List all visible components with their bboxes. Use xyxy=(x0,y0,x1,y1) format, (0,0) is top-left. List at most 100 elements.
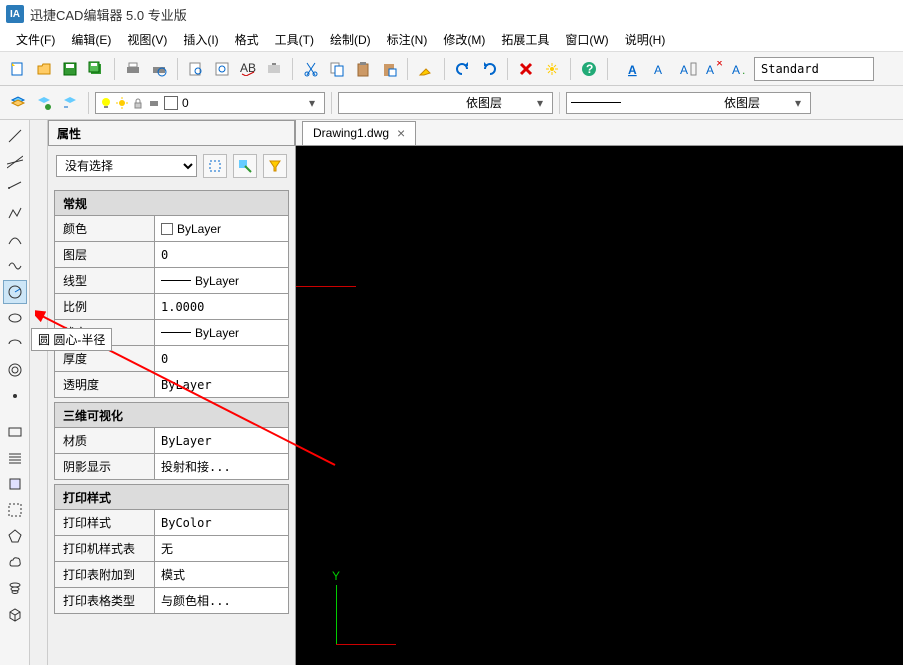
linetype-sample-icon xyxy=(161,280,191,281)
ellipse-icon[interactable] xyxy=(3,306,27,330)
pickadd-icon[interactable] xyxy=(203,154,227,178)
point-icon[interactable] xyxy=(3,384,27,408)
row-shadow[interactable]: 阴影显示 投射和接... xyxy=(54,454,289,480)
arc-icon[interactable] xyxy=(3,228,27,252)
menu-modify[interactable]: 修改(M) xyxy=(437,29,491,50)
menu-tools[interactable]: 工具(T) xyxy=(269,29,320,50)
menubar: 文件(F) 编辑(E) 视图(V) 插入(I) 格式 工具(T) 绘制(D) 标… xyxy=(0,28,903,52)
document-tab[interactable]: Drawing1.dwg × xyxy=(302,121,416,145)
group-3d-visual[interactable]: 三维可视化 xyxy=(54,402,289,428)
group-plot-style[interactable]: 打印样式 xyxy=(54,484,289,510)
3dbox-icon[interactable] xyxy=(3,602,27,626)
lineweight-sample-icon xyxy=(161,332,191,333)
menu-window[interactable]: 窗口(W) xyxy=(559,29,614,50)
svg-text:A: A xyxy=(732,63,740,77)
properties-title: 属性 xyxy=(48,120,295,146)
tab-close-icon[interactable]: × xyxy=(397,125,405,141)
row-layer[interactable]: 图层 0 xyxy=(54,242,289,268)
circle-icon[interactable] xyxy=(3,280,27,304)
value-shadow: 投射和接... xyxy=(155,454,288,479)
undo-icon[interactable] xyxy=(451,57,475,81)
polygon-icon[interactable] xyxy=(3,524,27,548)
redo-icon[interactable] xyxy=(477,57,501,81)
find-icon[interactable] xyxy=(184,57,208,81)
hatch-lines-icon[interactable] xyxy=(3,446,27,470)
row-plottable[interactable]: 打印机样式表 无 xyxy=(54,536,289,562)
svg-text:A: A xyxy=(628,63,637,77)
menu-extend[interactable]: 拓展工具 xyxy=(495,29,555,50)
boundary-icon[interactable] xyxy=(3,472,27,496)
group-general[interactable]: 常规 xyxy=(54,190,289,216)
copy-icon[interactable] xyxy=(325,57,349,81)
region-icon[interactable] xyxy=(3,498,27,522)
help-icon[interactable]: ? xyxy=(577,57,601,81)
text-style-a2-icon[interactable]: A xyxy=(650,57,674,81)
menu-dimension[interactable]: 标注(N) xyxy=(381,29,434,50)
explode-icon[interactable] xyxy=(540,57,564,81)
matchprop-icon[interactable] xyxy=(414,57,438,81)
row-ltscale[interactable]: 比例 1.0000 xyxy=(54,294,289,320)
paste-special-icon[interactable] xyxy=(377,57,401,81)
print-icon[interactable] xyxy=(121,57,145,81)
revcloud-icon[interactable] xyxy=(3,550,27,574)
ray-icon[interactable] xyxy=(3,176,27,200)
drawing-canvas[interactable] xyxy=(296,146,903,665)
lineweight-label: 依图层 xyxy=(724,94,760,111)
svg-text:A: A xyxy=(654,63,662,77)
delete-icon[interactable] xyxy=(514,57,538,81)
donut-icon[interactable] xyxy=(3,358,27,382)
open-icon[interactable] xyxy=(32,57,56,81)
text-style-a5-icon[interactable]: A. xyxy=(728,57,752,81)
row-plotstyle[interactable]: 打印样式 ByColor xyxy=(54,510,289,536)
publish-icon[interactable] xyxy=(262,57,286,81)
layer-combo[interactable]: 0 ▾ xyxy=(95,92,325,114)
quickselect-icon[interactable] xyxy=(233,154,257,178)
spellcheck-icon[interactable]: ABC xyxy=(236,57,260,81)
text-style-a4-icon[interactable]: A× xyxy=(702,57,726,81)
saveall-icon[interactable] xyxy=(84,57,108,81)
menu-draw[interactable]: 绘制(D) xyxy=(324,29,377,50)
menu-view[interactable]: 视图(V) xyxy=(121,29,173,50)
layer-states-icon[interactable] xyxy=(32,91,56,115)
dropdown-icon[interactable]: ▾ xyxy=(790,93,806,113)
filter-icon[interactable] xyxy=(263,154,287,178)
app-title: 迅捷CAD编辑器 5.0 专业版 xyxy=(30,5,187,24)
row-linetype[interactable]: 线型 ByLayer xyxy=(54,268,289,294)
menu-insert[interactable]: 插入(I) xyxy=(177,29,224,50)
text-style-input[interactable]: Standard xyxy=(754,57,874,81)
row-plotattach[interactable]: 打印表附加到 模式 xyxy=(54,562,289,588)
menu-edit[interactable]: 编辑(E) xyxy=(65,29,117,50)
lineweight-combo[interactable]: 依图层 ▾ xyxy=(566,92,811,114)
helix-icon[interactable] xyxy=(3,576,27,600)
text-style-a3-icon[interactable]: A xyxy=(676,57,700,81)
row-transparency[interactable]: 透明度 ByLayer xyxy=(54,372,289,398)
text-style-a1-icon[interactable]: A xyxy=(624,57,648,81)
preview-icon[interactable] xyxy=(210,57,234,81)
menu-help[interactable]: 说明(H) xyxy=(619,29,672,50)
dropdown-icon[interactable]: ▾ xyxy=(532,93,548,113)
paste-icon[interactable] xyxy=(351,57,375,81)
row-material[interactable]: 材质 ByLayer xyxy=(54,428,289,454)
polyline-icon[interactable] xyxy=(3,202,27,226)
line-icon[interactable] xyxy=(3,124,27,148)
new-icon[interactable] xyxy=(6,57,30,81)
ellipse-arc-icon[interactable] xyxy=(3,332,27,356)
menu-file[interactable]: 文件(F) xyxy=(10,29,61,50)
rectangle-icon[interactable] xyxy=(3,420,27,444)
linetype-combo[interactable]: 依图层 ▾ xyxy=(338,92,553,114)
label-plottype: 打印表格类型 xyxy=(55,588,155,613)
save-icon[interactable] xyxy=(58,57,82,81)
print-preview-icon[interactable] xyxy=(147,57,171,81)
cut-icon[interactable] xyxy=(299,57,323,81)
layer-prev-icon[interactable] xyxy=(58,91,82,115)
menu-format[interactable]: 格式 xyxy=(229,29,265,50)
row-plottype[interactable]: 打印表格类型 与颜色相... xyxy=(54,588,289,614)
selection-dropdown[interactable]: 没有选择 xyxy=(56,155,197,177)
spline-icon[interactable] xyxy=(3,254,27,278)
label-linetype: 线型 xyxy=(55,268,155,293)
svg-text:×: × xyxy=(716,61,723,70)
xline-icon[interactable] xyxy=(3,150,27,174)
row-color[interactable]: 颜色 ByLayer xyxy=(54,216,289,242)
layer-manager-icon[interactable] xyxy=(6,91,30,115)
dropdown-icon[interactable]: ▾ xyxy=(304,93,320,113)
